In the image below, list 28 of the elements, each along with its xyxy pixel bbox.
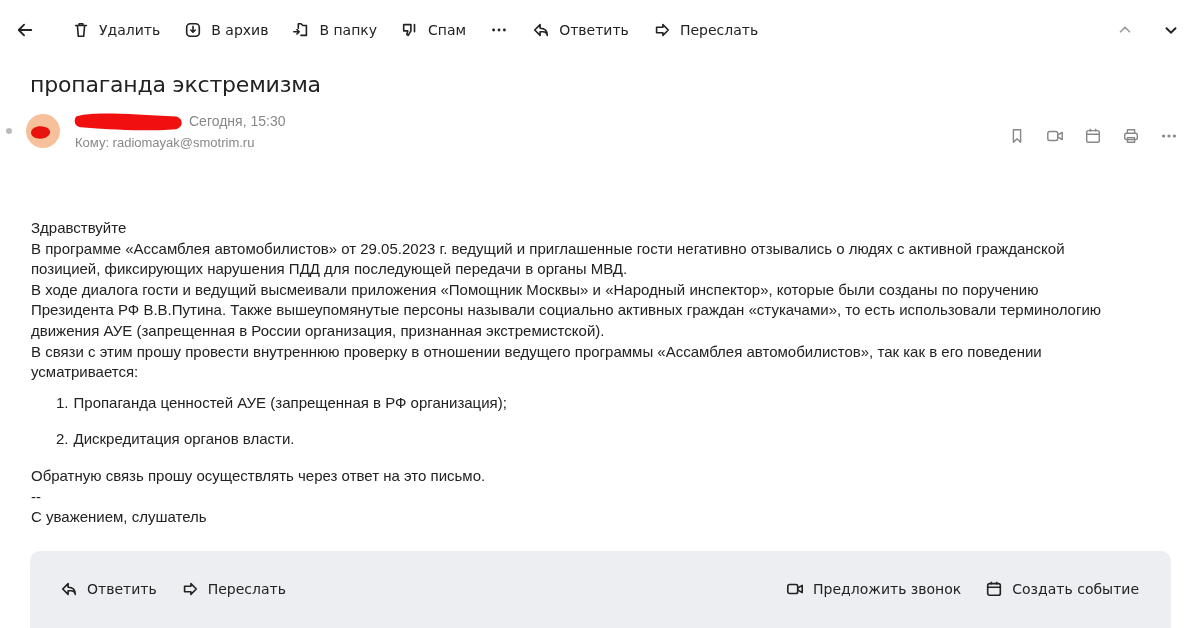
printer-icon[interactable] (1122, 126, 1140, 145)
forward-button[interactable]: Переслать (172, 574, 294, 605)
message-paragraph: Обратную связь прошу осуществлять через ответ на это письмо. -- С уважением, слушатель (31, 465, 487, 528)
email-subject: пропаганда экстремизма (30, 72, 322, 97)
list-number: 2. (56, 430, 69, 448)
spam-button[interactable]: Спам (393, 15, 475, 45)
recipient: Кому: radiomayak@smotrim.ru (75, 135, 256, 150)
create-event-button[interactable]: Создать событие (977, 574, 1147, 605)
back-arrow-icon[interactable] (16, 21, 34, 39)
calendar-icon (985, 580, 1004, 599)
reply-icon (532, 21, 551, 39)
folder-button[interactable]: В папку (284, 15, 386, 45)
list-item-text: Дискредитация органов власти. (73, 430, 295, 448)
forward-button[interactable]: Переслать (644, 15, 767, 45)
list-item-text: Пропаганда ценностей АУЕ (запрещенная в РФ организация); (73, 393, 507, 411)
delete-button[interactable]: Удалить (64, 15, 169, 45)
unread-dot (6, 127, 12, 134)
message-paragraph: Здравствуйте В программе «Ассамблея автомобилистов» от 29.05.2023 г. ведущий и приглашенные гости негативно отзывались о людях с активной гражданской позицией, фиксирующих нарушения ПДД для последующей передачи в органы МВД. В ходе диалога гости и ведущий высмеивали приложения «Помощник Москвы» и «Народный инспектор», которые были созданы по поручению Президента РФ В.В.Путина. Также вышеупомянутые персоны называли социально активных граждан «стукачами», то есть использовали терминологию движения АУЕ (запрещенная в России организация, признанная экстремистской). В связи с этим прошу провести внутреннюю проверку в отношении ведущего программы «Ассамблея автомобилистов», так как в его поведении усматривается: (31, 218, 1103, 383)
list-number: 1. (56, 393, 69, 411)
avatar (25, 112, 61, 149)
calendar-icon[interactable] (1084, 126, 1102, 145)
message-date: Сегодня, 15:30 (189, 113, 286, 129)
suggest-call-button[interactable]: Предложить звонок (778, 574, 970, 605)
reply-button[interactable]: Ответить (52, 574, 165, 605)
trash-icon (72, 21, 90, 39)
archive-icon (184, 21, 203, 39)
archive-button[interactable]: В архив (176, 15, 277, 45)
reply-button[interactable]: Ответить (524, 15, 637, 45)
